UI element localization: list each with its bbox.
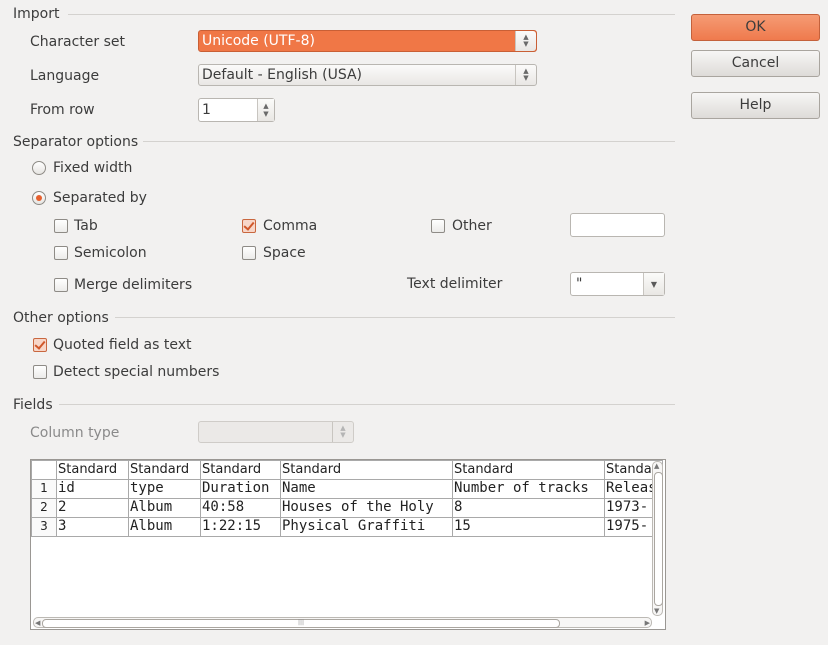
detect-special-numbers-label[interactable]: Detect special numbers xyxy=(53,364,219,380)
table-cell: Album xyxy=(128,498,201,518)
preview-table: Standard Standard Standard Standard Stan… xyxy=(31,460,663,537)
separated-by-label[interactable]: Separated by xyxy=(53,190,147,206)
horizontal-scroll-thumb[interactable]: ||| xyxy=(42,619,560,628)
column-header[interactable]: Standard xyxy=(200,460,281,480)
from-row-label: From row xyxy=(30,102,95,118)
comma-label[interactable]: Comma xyxy=(263,218,317,234)
help-button[interactable]: Help xyxy=(691,92,820,119)
spin-arrows-icon[interactable]: ▲ ▼ xyxy=(257,99,274,121)
table-cell: Album xyxy=(128,517,201,537)
table-cell: Duration xyxy=(200,479,281,499)
quoted-field-checkbox[interactable] xyxy=(33,338,47,352)
other-checkbox[interactable] xyxy=(431,219,445,233)
language-value: Default - English (USA) xyxy=(202,67,363,83)
table-cell: id xyxy=(56,479,129,499)
combo-arrows-icon: ▲ ▼ xyxy=(515,31,536,51)
other-options-section-title: Other options xyxy=(13,310,109,326)
from-row-stepper[interactable]: 1 ▲ ▼ xyxy=(198,98,275,122)
table-cell: 40:58 xyxy=(200,498,281,518)
table-cell: 3 xyxy=(56,517,129,537)
language-label: Language xyxy=(30,68,100,84)
fixed-width-label[interactable]: Fixed width xyxy=(53,160,132,176)
other-options-separator xyxy=(115,317,675,318)
column-type-label: Column type xyxy=(30,425,120,441)
text-delimiter-label: Text delimiter xyxy=(407,276,503,292)
charset-value: Unicode (UTF-8) xyxy=(202,33,315,49)
fields-separator xyxy=(59,404,675,405)
fixed-width-radio[interactable] xyxy=(32,161,46,175)
charset-combo[interactable]: Unicode (UTF-8) ▲ ▼ xyxy=(198,30,537,52)
row-number[interactable]: 2 xyxy=(31,498,57,518)
table-cell: Houses of the Holy xyxy=(280,498,453,518)
vertical-scrollbar[interactable]: ▲ ▼ xyxy=(652,461,663,616)
table-cell: 2 xyxy=(56,498,129,518)
fields-section-title: Fields xyxy=(13,397,53,413)
chevron-down-icon[interactable]: ▼ xyxy=(643,273,664,295)
merge-delimiters-checkbox[interactable] xyxy=(54,278,68,292)
language-combo[interactable]: Default - English (USA) ▲ ▼ xyxy=(198,64,537,86)
separated-by-radio[interactable] xyxy=(32,191,46,205)
other-input[interactable] xyxy=(570,213,665,237)
separator-options-separator xyxy=(143,141,675,142)
table-row: 1 id type Duration Name Number of tracks… xyxy=(31,479,663,499)
table-cell: Physical Graffiti xyxy=(280,517,453,537)
space-label[interactable]: Space xyxy=(263,245,306,261)
import-separator xyxy=(68,14,675,15)
combo-arrows-icon: ▲ ▼ xyxy=(332,422,353,442)
charset-label: Character set xyxy=(30,34,125,50)
semicolon-label[interactable]: Semicolon xyxy=(74,245,147,261)
column-header[interactable]: Standard xyxy=(56,460,129,480)
column-type-combo[interactable]: ▲ ▼ xyxy=(198,421,354,443)
scroll-left-icon[interactable]: ◀ xyxy=(35,619,40,627)
column-header[interactable]: Standard xyxy=(452,460,605,480)
table-cell: 8 xyxy=(452,498,605,518)
table-row: 2 2 Album 40:58 Houses of the Holy 8 197… xyxy=(31,498,663,518)
column-header[interactable]: Standard xyxy=(128,460,201,480)
other-label[interactable]: Other xyxy=(452,218,492,234)
from-row-value: 1 xyxy=(202,102,211,118)
cancel-button[interactable]: Cancel xyxy=(691,50,820,77)
text-delimiter-combo[interactable]: " ▼ xyxy=(570,272,665,296)
import-section-title: Import xyxy=(13,6,60,22)
comma-checkbox[interactable] xyxy=(242,219,256,233)
text-delimiter-value: " xyxy=(576,276,583,292)
column-header-row: Standard Standard Standard Standard Stan… xyxy=(31,460,663,480)
merge-delimiters-label[interactable]: Merge delimiters xyxy=(74,277,192,293)
corner-cell[interactable] xyxy=(31,460,57,480)
scroll-up-icon[interactable]: ▲ xyxy=(654,462,659,470)
separator-section-title: Separator options xyxy=(13,134,139,150)
space-checkbox[interactable] xyxy=(242,246,256,260)
preview-grid[interactable]: Standard Standard Standard Standard Stan… xyxy=(30,459,666,630)
semicolon-checkbox[interactable] xyxy=(54,246,68,260)
row-number[interactable]: 3 xyxy=(31,517,57,537)
detect-special-numbers-checkbox[interactable] xyxy=(33,365,47,379)
tab-label[interactable]: Tab xyxy=(74,218,98,234)
column-header[interactable]: Standard xyxy=(280,460,453,480)
combo-arrows-icon: ▲ ▼ xyxy=(515,65,536,85)
scroll-right-icon[interactable]: ▶ xyxy=(645,619,650,627)
quoted-field-label[interactable]: Quoted field as text xyxy=(53,337,192,353)
table-cell: 15 xyxy=(452,517,605,537)
table-cell: 1:22:15 xyxy=(200,517,281,537)
row-number[interactable]: 1 xyxy=(31,479,57,499)
table-cell: Name xyxy=(280,479,453,499)
table-cell: type xyxy=(128,479,201,499)
vertical-scroll-thumb[interactable] xyxy=(654,472,663,606)
table-cell: Number of tracks xyxy=(452,479,605,499)
ok-button[interactable]: OK xyxy=(691,14,820,41)
table-row: 3 3 Album 1:22:15 Physical Graffiti 15 1… xyxy=(31,517,663,537)
scroll-down-icon[interactable]: ▼ xyxy=(654,607,659,615)
horizontal-scrollbar[interactable]: ◀ ||| ▶ xyxy=(33,617,652,628)
tab-checkbox[interactable] xyxy=(54,219,68,233)
